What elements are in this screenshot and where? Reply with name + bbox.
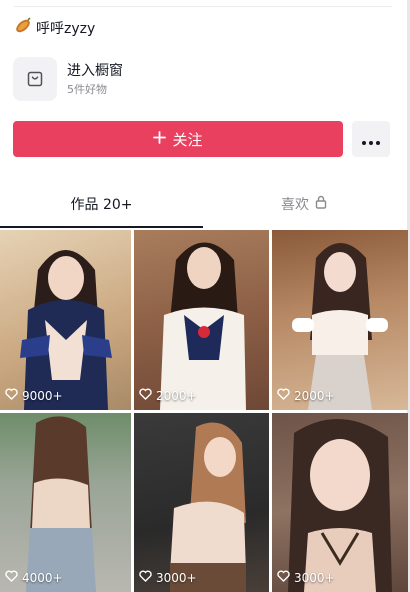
- post-likes: 2000+: [277, 388, 335, 403]
- post-thumbnail[interactable]: 2000+: [134, 230, 269, 410]
- user-row: 呼呼zyzy: [14, 17, 95, 39]
- heart-icon: [277, 388, 290, 403]
- active-tab-indicator: [0, 226, 203, 228]
- more-button[interactable]: [352, 121, 390, 157]
- post-likes-count: 4000+: [22, 570, 63, 585]
- post-thumbnail[interactable]: 3000+: [134, 413, 269, 592]
- post-likes-count: 2000+: [294, 388, 335, 403]
- post-image: [26, 416, 96, 592]
- post-likes-count: 3000+: [294, 570, 335, 585]
- post-thumbnail[interactable]: 3000+: [272, 413, 408, 592]
- tab-works-label: 作品 20+: [70, 197, 133, 213]
- shop-subtitle: 5件好物: [67, 82, 107, 96]
- post-likes: 3000+: [277, 570, 335, 585]
- more-dots-icon: [361, 130, 382, 149]
- heart-icon: [5, 570, 18, 585]
- post-likes-count: 3000+: [156, 570, 197, 585]
- username[interactable]: 呼呼zyzy: [36, 18, 95, 38]
- tab-works[interactable]: 作品 20+: [0, 190, 203, 218]
- follow-button[interactable]: 关注: [13, 121, 343, 157]
- shop-title: 进入橱窗: [67, 62, 123, 79]
- post-image: [160, 242, 246, 410]
- post-likes: 4000+: [5, 570, 63, 585]
- post-image: [170, 422, 246, 592]
- post-image: [292, 243, 388, 410]
- post-likes-count: 9000+: [22, 388, 63, 403]
- post-likes-count: 2000+: [156, 388, 197, 403]
- lock-icon: [315, 195, 327, 213]
- heart-icon: [277, 570, 290, 585]
- post-thumbnail[interactable]: 9000+: [0, 230, 131, 410]
- tab-likes-label: 喜欢: [281, 197, 309, 213]
- shop-window-entry[interactable]: 进入橱窗 5件好物: [13, 57, 123, 101]
- post-thumbnail[interactable]: 2000+: [272, 230, 408, 410]
- post-thumbnail[interactable]: 4000+: [0, 413, 131, 592]
- tab-likes[interactable]: 喜欢: [203, 190, 405, 218]
- heart-icon: [139, 388, 152, 403]
- post-likes: 3000+: [139, 570, 197, 585]
- top-divider: [14, 6, 392, 7]
- post-likes: 2000+: [139, 388, 197, 403]
- sweet-potato-icon: [14, 17, 32, 39]
- heart-icon: [139, 570, 152, 585]
- post-likes: 9000+: [5, 388, 63, 403]
- plus-icon: [153, 130, 167, 148]
- post-image: [288, 418, 392, 592]
- follow-label: 关注: [172, 130, 203, 149]
- shop-bag-icon: [13, 57, 57, 101]
- heart-icon: [5, 388, 18, 403]
- post-image: [20, 250, 112, 410]
- content-tabs: 作品 20+ 喜欢: [0, 190, 405, 228]
